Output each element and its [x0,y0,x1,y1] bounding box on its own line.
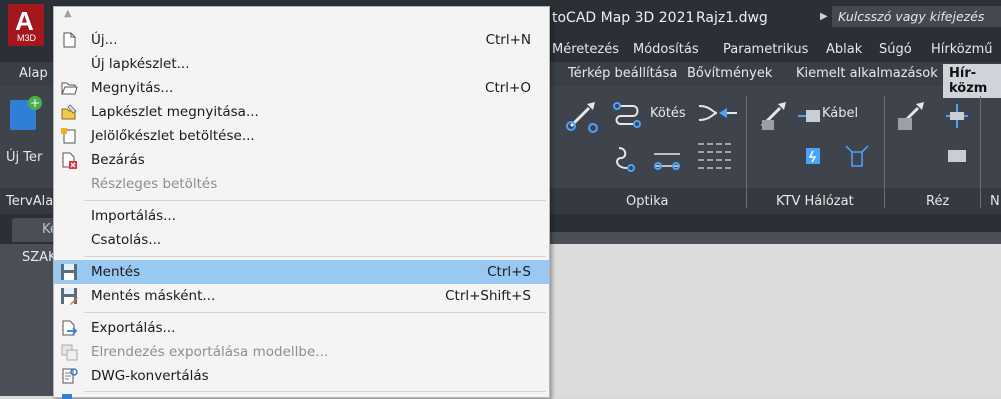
application-menu: ▲ Új... Ctrl+N Új lapkészlet... Megnyitá… [53,6,550,399]
menu-item-label: Részleges betöltés [91,176,218,192]
ribbon-tab-hir-kozm[interactable]: Hír-közm [943,64,1001,98]
canvas-header-strip [548,232,1001,244]
menu-item-lapkeszlet-megnyitasa[interactable]: Lapkészlet megnyitása... [54,100,549,124]
new-plan-button-label[interactable]: Új Ter [6,150,42,165]
panel-optika: Optika [626,194,669,209]
kotes-label[interactable]: Kötés [650,106,686,121]
app-logo-button[interactable]: A M3D [8,4,44,46]
menu-item-uj-lapkeszlet[interactable]: Új lapkészlet... [54,52,549,76]
menu-item-mentes[interactable]: Mentés Ctrl+S [54,260,549,284]
ribbon-separator [980,96,981,208]
menu-separator [84,312,546,313]
panel-rez: Réz [926,194,950,209]
dwg-convert-icon [62,368,78,384]
menu-item-label: Megnyitás... [91,80,174,96]
new-file-icon [63,32,76,48]
optika-cable-bundle-icon[interactable] [696,138,736,178]
logo-sub: M3D [17,33,37,43]
ribbon-tab-kiemelt[interactable]: Kiemelt alkalmazások [796,66,938,81]
menubar-item-meretezes[interactable]: Méretezés [552,42,619,57]
menu-item-label: Elrendezés exportálása modellbe... [91,344,329,360]
panel-n: N [990,194,1000,209]
rez-box-icon[interactable] [946,148,968,164]
ribbon-separator [884,96,885,208]
export-layout-icon [61,344,78,361]
menubar-item-parametrikus[interactable]: Parametrikus [723,42,808,57]
rez-draw-icon[interactable] [894,98,928,132]
save-icon [61,264,77,280]
menu-item-label: Lapkészlet megnyitása... [91,104,259,120]
file-name: Rajz1.dwg [696,10,768,26]
menu-item-label: Bezárás [91,152,145,168]
menu-separator [84,256,546,257]
app-title: toCAD Map 3D 2021 [552,10,695,26]
menu-separator [84,200,546,201]
scroll-up-arrow-icon[interactable]: ▲ [64,8,72,19]
document-tab[interactable]: Ke [12,218,58,242]
menu-item-dwg-konvertalas[interactable]: DWG-konvertálás [54,364,549,388]
ktv-amplifier-icon[interactable] [804,146,822,166]
ribbon-tab-terkep-beallitasa[interactable]: Térkép beállítása [568,66,677,81]
load-markup-icon [61,128,76,144]
menu-item-jelolokeszlet-betoltese[interactable]: Jelölőkészlet betöltése... [54,124,549,148]
menu-item-label: Csatolás... [91,232,162,248]
ribbon-separator [746,96,747,208]
menu-item-label: Jelölőkészlet betöltése... [91,128,255,144]
rez-junction-icon[interactable] [944,102,970,130]
ribbon-tab-alap[interactable]: Alap [19,66,48,81]
menubar-item-sugo[interactable]: Súgó [879,42,912,57]
ribbon-tab-bovitmenyek[interactable]: Bővítmények [687,66,772,81]
panel-tervala: TervAla [6,194,54,209]
menu-item-label: Mentés [91,264,141,280]
ktv-splitter-icon[interactable] [842,142,872,170]
kabel-icon[interactable] [796,108,822,124]
menu-item-shortcut: Ctrl+S [487,264,531,280]
side-panel-label: SZAK [22,250,57,265]
menu-item-mentes-maskent[interactable]: Mentés másként... Ctrl+Shift+S [54,284,549,308]
menu-item-bezaras[interactable]: Bezárás [54,148,549,172]
menu-item-label: Importálás... [91,208,177,224]
menu-item-label: Új lapkészlet... [91,56,190,72]
menubar-item-ablak[interactable]: Ablak [826,42,862,57]
panel-ktv-halozat: KTV Hálózat [776,194,854,209]
menu-separator [84,391,546,392]
open-sheetset-icon [61,104,77,120]
optika-draw-icon[interactable] [565,98,601,134]
save-as-icon [61,288,78,305]
menu-item-csatolas[interactable]: Csatolás... [54,228,549,252]
ktv-draw-icon[interactable] [756,96,792,134]
export-icon [62,320,78,336]
menu-item-megnyitas[interactable]: Megnyitás... Ctrl+O [54,76,549,100]
new-plan-icon[interactable]: + [10,96,42,130]
menu-item-elrendezes-exportalasa: Elrendezés exportálása modellbe... [54,340,549,364]
menu-item-shortcut: Ctrl+O [485,80,531,96]
menu-item-exportalas[interactable]: Exportálás... [54,316,549,340]
menu-item-shortcut: Ctrl+N [485,32,531,48]
optika-node-icon[interactable] [611,144,639,172]
next-item-icon [62,394,72,399]
menu-item-label: Mentés másként... [91,288,216,304]
menu-item-shortcut: Ctrl+Shift+S [445,288,531,304]
menubar-item-hirkozmu[interactable]: Hírközmű [931,42,992,57]
splice-icon[interactable] [697,102,739,124]
kotes-icon[interactable] [611,100,643,128]
menu-item-importalas[interactable]: Importálás... [54,204,549,228]
side-panel [0,244,58,396]
menu-item-reszleges-betoltes: Részleges betöltés [54,172,549,196]
menubar-item-modositas[interactable]: Módosítás [633,42,699,57]
menu-item-label: Új... [91,32,118,48]
open-folder-icon [61,82,78,95]
search-arrow-icon[interactable]: ▶ [820,11,828,22]
menu-item-label: DWG-konvertálás [91,368,209,384]
menu-item-uj[interactable]: Új... Ctrl+N [54,28,549,52]
kabel-label[interactable]: Kábel [822,106,858,121]
menu-item-label: Exportálás... [91,320,176,336]
optika-link-icon[interactable] [652,148,682,172]
search-input[interactable]: Kulcsszó vagy kifejezés [832,6,1001,27]
close-file-icon [62,152,77,169]
